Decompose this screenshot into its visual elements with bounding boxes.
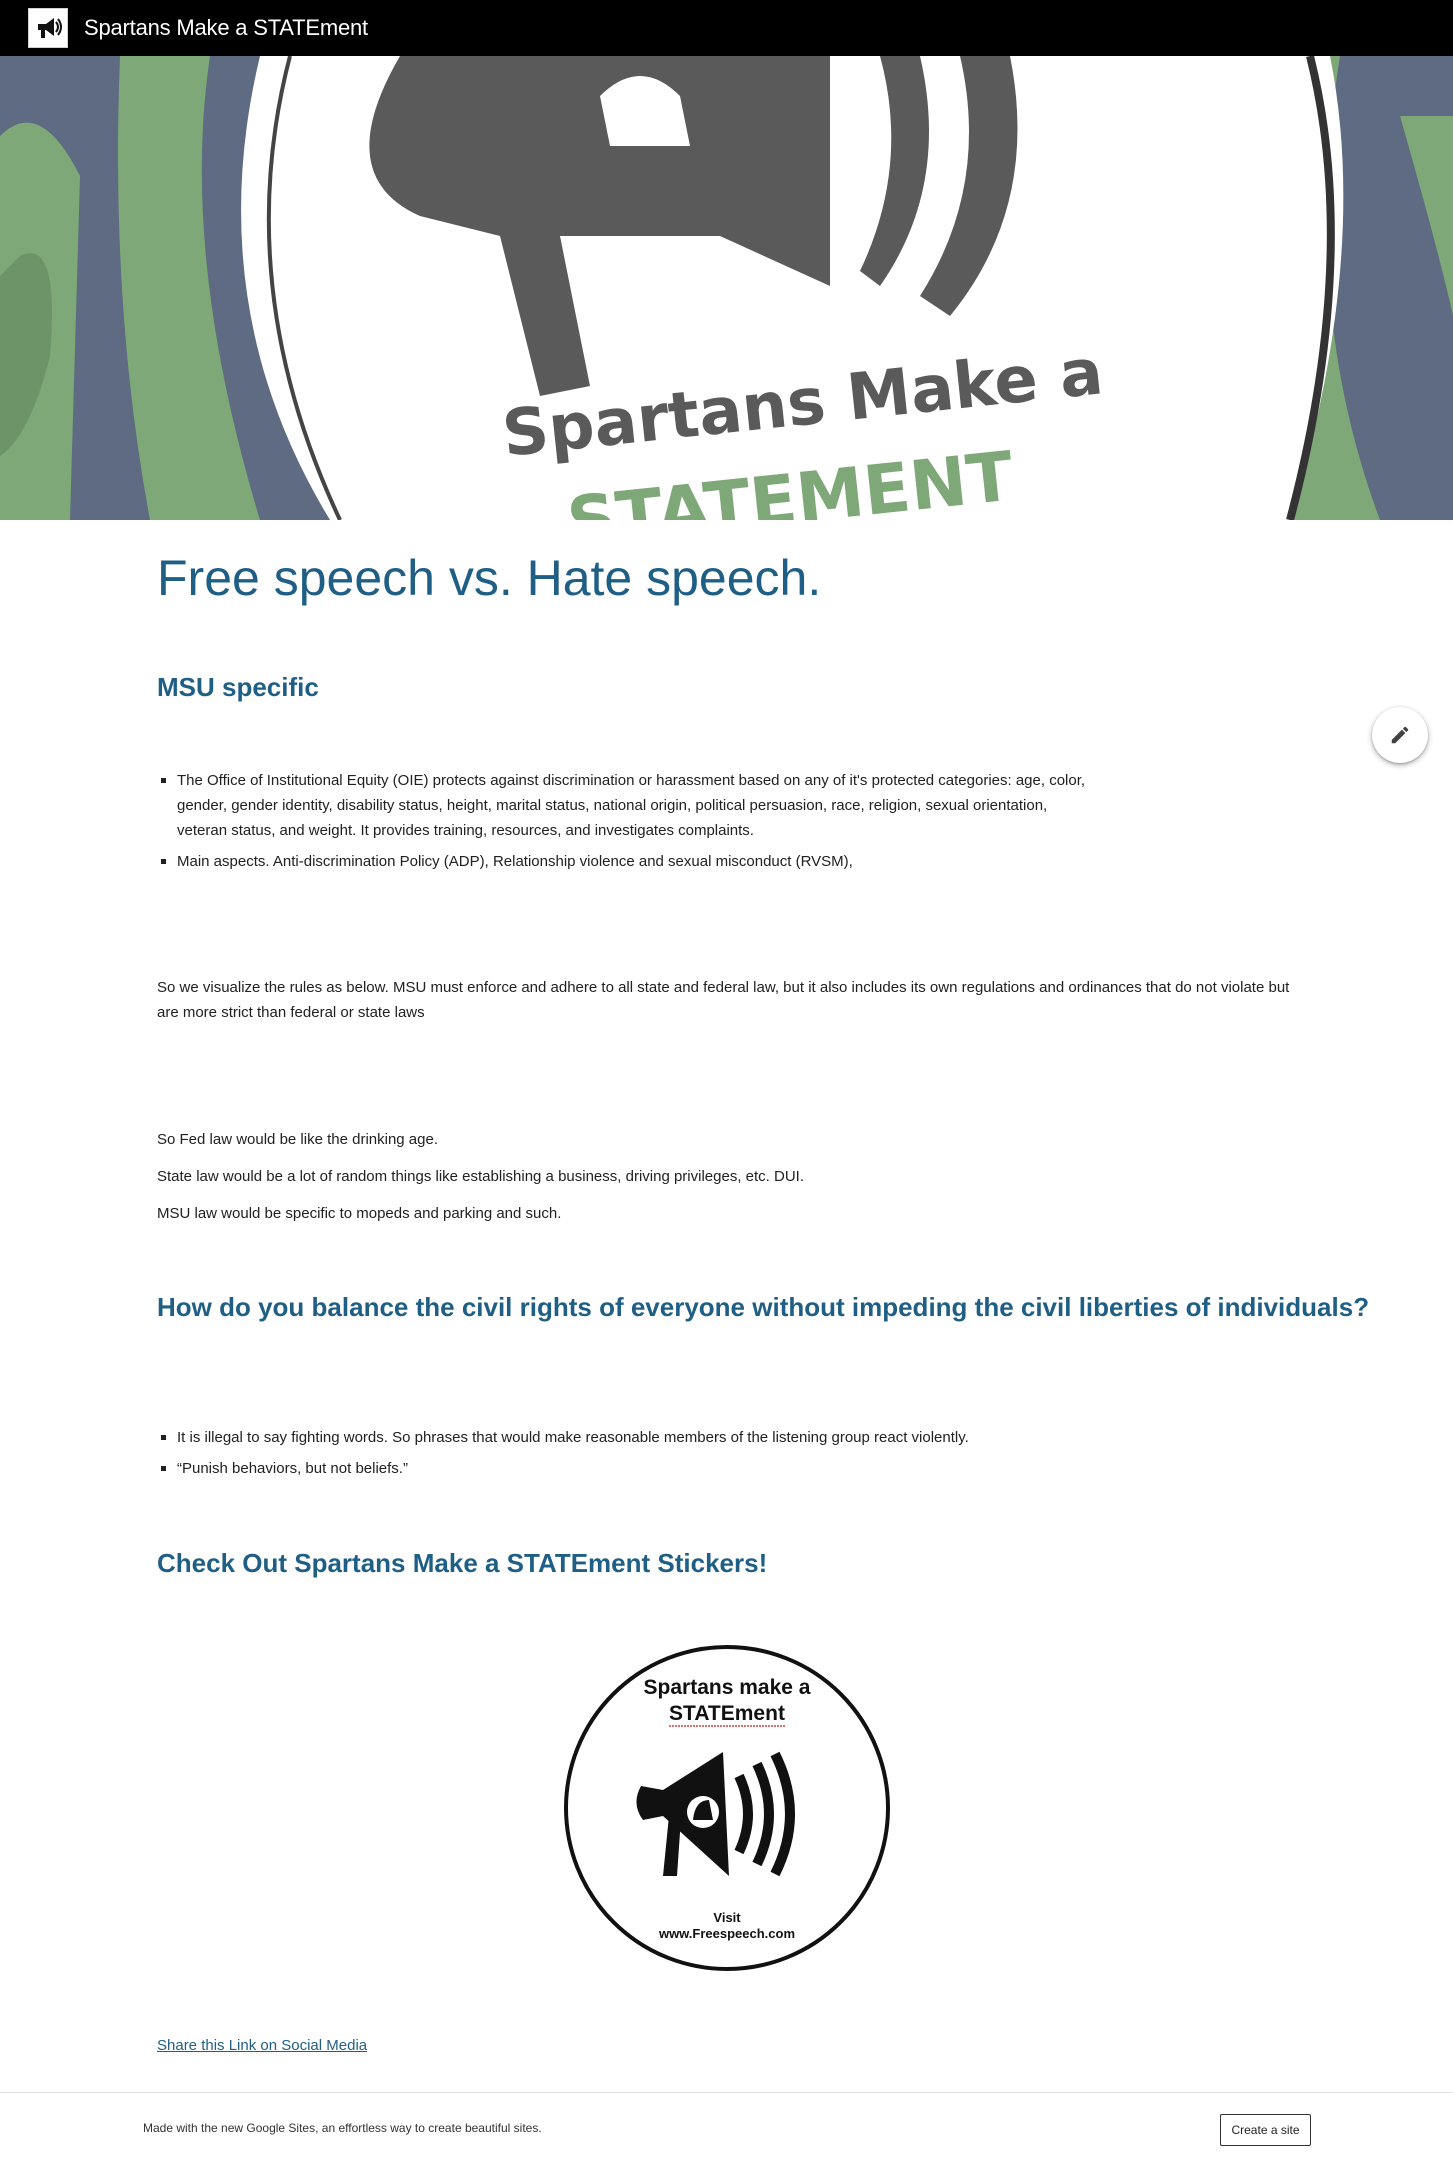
site-title[interactable]: Spartans Make a STATEment — [84, 13, 368, 43]
rules-paragraph: So we visualize the rules as below. MSU … — [157, 979, 1290, 1021]
hero-artwork: Spartans Make a STATEMENT — [0, 56, 1453, 520]
sticker-visit: Visit — [713, 1910, 741, 1925]
list-item: It is illegal to say fighting words. So … — [157, 1425, 1257, 1450]
footer: Made with the new Google Sites, an effor… — [0, 2092, 1453, 2166]
pencil-icon — [1391, 726, 1409, 744]
msu-bullet-list: The Office of Institutional Equity (OIE)… — [157, 768, 1097, 880]
hero-banner: Spartans Make a STATEMENT — [0, 56, 1453, 520]
msu-law-text: MSU law would be specific to mopeds and … — [157, 1205, 562, 1222]
section-heading-civil-rights: How do you balance the civil rights of e… — [157, 1292, 1370, 1322]
list-item: “Punish behaviors, but not beliefs.” — [157, 1456, 1257, 1481]
footer-text: Made with the new Google Sites, an effor… — [143, 2121, 542, 2135]
site-logo[interactable] — [28, 8, 68, 48]
sticker-image: Spartans make a STATEment Visit www.Free… — [563, 1644, 891, 1972]
page-title: Free speech vs. Hate speech. — [157, 550, 822, 606]
sticker-url: www.Freespeech.com — [658, 1926, 795, 1941]
create-site-button[interactable]: Create a site — [1220, 2114, 1311, 2146]
list-item: The Office of Institutional Equity (OIE)… — [157, 768, 1097, 843]
list-item: Main aspects. Anti-discrimination Policy… — [157, 849, 1097, 874]
section-heading-stickers: Check Out Spartans Make a STATEment Stic… — [157, 1548, 768, 1578]
fed-law-text: So Fed law would be like the drinking ag… — [157, 1131, 439, 1148]
civil-rights-bullet-list: It is illegal to say fighting words. So … — [157, 1425, 1257, 1487]
share-link[interactable]: Share this Link on Social Media — [157, 2035, 367, 2057]
megaphone-icon — [38, 18, 62, 38]
state-law-text: State law would be a lot of random thing… — [157, 1168, 804, 1185]
sticker-line1: Spartans make a — [644, 1676, 811, 1699]
sticker-line2: STATEment — [669, 1702, 785, 1725]
edit-button[interactable] — [1372, 707, 1428, 763]
section-heading-msu-specific: MSU specific — [157, 672, 319, 702]
top-bar: Spartans Make a STATEment — [0, 0, 1453, 56]
